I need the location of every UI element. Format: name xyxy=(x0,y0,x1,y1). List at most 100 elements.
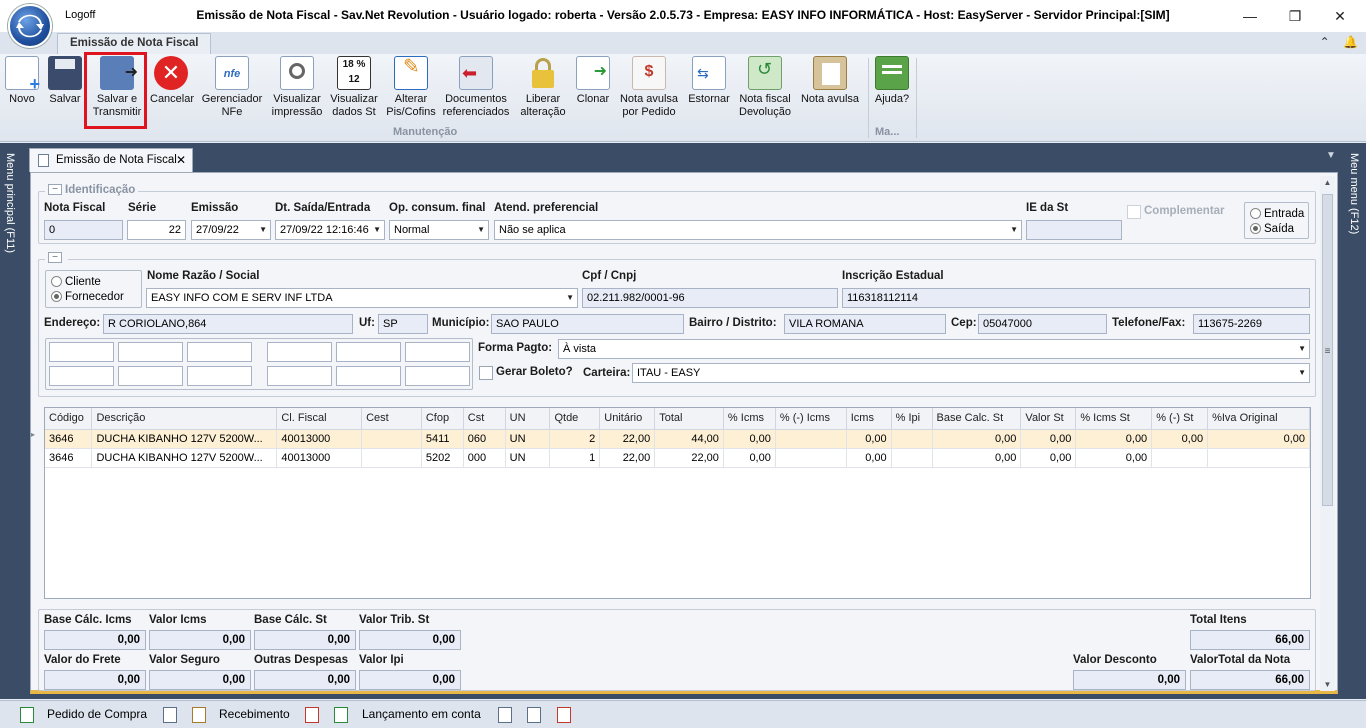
col-header[interactable]: Cest xyxy=(361,408,422,430)
saida-radio[interactable]: Saída xyxy=(1250,223,1294,235)
list-icon[interactable] xyxy=(527,707,541,723)
parcela-field[interactable] xyxy=(267,366,332,386)
valor-trib-st-field[interactable]: 0,00 xyxy=(359,630,461,650)
valor-ipi-field[interactable]: 0,00 xyxy=(359,670,461,690)
salvar-button[interactable]: Salvar xyxy=(47,56,83,106)
cep-field[interactable]: 05047000 xyxy=(978,314,1107,334)
meu-menu-rail[interactable]: Meu menu (F12) xyxy=(1344,143,1366,699)
outras-despesas-field[interactable]: 0,00 xyxy=(254,670,356,690)
telefone-field[interactable]: 113675-2269 xyxy=(1193,314,1310,334)
entrada-radio[interactable]: Entrada xyxy=(1250,208,1304,220)
nota-avulsa-pedido-button[interactable]: $ Nota avulsa por Pedido xyxy=(618,56,680,119)
frete-field[interactable]: 0,00 xyxy=(44,670,146,690)
parcela-field[interactable] xyxy=(187,366,252,386)
clonar-button[interactable]: ➜ Clonar xyxy=(575,56,611,106)
gerenciador-nfe-button[interactable]: nfe Gerenciador NFe xyxy=(200,56,264,119)
forma-pagto-select[interactable]: À vista ▼ xyxy=(558,339,1310,359)
col-header[interactable]: % Icms St xyxy=(1075,408,1153,430)
close-tab-icon[interactable]: ✕ xyxy=(176,149,186,171)
app-logo-icon[interactable] xyxy=(8,4,52,48)
inscricao-estadual-field[interactable]: 116318112114 xyxy=(842,288,1310,308)
base-icms-field[interactable]: 0,00 xyxy=(44,630,146,650)
documentos-referenciados-button[interactable]: ⬅ Documentos referenciados xyxy=(441,56,511,119)
table-row[interactable]: 3646 DUCHA KIBANHO 127V 5200W... 40013000 5… xyxy=(45,448,1310,468)
col-header[interactable]: Base Calc. St xyxy=(932,408,1022,430)
collapse-ribbon-icon[interactable]: ⌃ xyxy=(1320,35,1330,49)
col-header[interactable]: Cfop xyxy=(421,408,464,430)
col-header[interactable]: Cst xyxy=(463,408,506,430)
alterar-pis-cofins-button[interactable]: ✎ Alterar Pis/Cofins xyxy=(384,56,438,119)
total-itens-field[interactable]: 66,00 xyxy=(1190,630,1310,650)
parcela-field[interactable] xyxy=(118,366,183,386)
parcela-field[interactable] xyxy=(49,366,114,386)
pedido-compra-link[interactable]: Pedido de Compra xyxy=(47,707,147,721)
minimize-button[interactable]: — xyxy=(1240,6,1260,26)
report-icon[interactable] xyxy=(305,707,319,723)
parcela-field[interactable] xyxy=(118,342,183,362)
uf-field[interactable]: SP xyxy=(378,314,428,334)
base-st-field[interactable]: 0,00 xyxy=(254,630,356,650)
estornar-button[interactable]: ⇆ Estornar xyxy=(686,56,732,106)
op-consum-select[interactable]: Normal ▼ xyxy=(389,220,489,240)
fornecedor-radio[interactable]: Fornecedor xyxy=(51,291,124,303)
carteira-select[interactable]: ITAU - EASY ▼ xyxy=(632,363,1310,383)
collapse-identificacao-icon[interactable]: – xyxy=(48,184,62,196)
tab-list-dropdown-icon[interactable]: ▼ xyxy=(1326,150,1336,161)
add-document-icon[interactable] xyxy=(163,707,177,723)
col-header[interactable]: Código xyxy=(45,408,93,430)
scroll-up-icon[interactable]: ▲ xyxy=(1320,178,1335,187)
restore-button[interactable]: ❐ xyxy=(1285,6,1305,26)
parcela-field[interactable] xyxy=(336,366,401,386)
col-header[interactable]: Qtde xyxy=(549,408,601,430)
parcela-field[interactable] xyxy=(336,342,401,362)
cancelar-button[interactable]: ✕ Cancelar xyxy=(150,56,194,106)
ribbon-tab-emissao[interactable]: Emissão de Nota Fiscal xyxy=(57,33,212,54)
parcela-field[interactable] xyxy=(405,366,470,386)
col-header[interactable]: % (-) Icms xyxy=(775,408,847,430)
table-row[interactable]: 3646 DUCHA KIBANHO 127V 5200W... 40013000 5… xyxy=(45,429,1310,449)
col-header[interactable]: Icms xyxy=(846,408,892,430)
sheet-icon[interactable] xyxy=(498,707,512,723)
liberar-alteracao-button[interactable]: Liberar alteração xyxy=(516,56,570,119)
chart-report-icon[interactable] xyxy=(557,707,571,723)
col-header[interactable]: Descrição xyxy=(91,408,278,430)
endereco-field[interactable]: R CORIOLANO,864 xyxy=(103,314,353,334)
ajuda-button[interactable]: Ajuda? xyxy=(872,56,912,106)
col-header[interactable]: Total xyxy=(654,408,724,430)
bairro-field[interactable]: VILA ROMANA xyxy=(784,314,946,334)
visualizar-impressao-button[interactable]: Visualizar impressão xyxy=(270,56,324,119)
cliente-radio[interactable]: Cliente xyxy=(51,276,101,288)
col-header[interactable]: %Iva Original xyxy=(1207,408,1310,430)
emissao-date-field[interactable]: 27/09/22 ▼ xyxy=(191,220,271,240)
novo-button[interactable]: + Novo xyxy=(5,56,40,106)
parcela-field[interactable] xyxy=(405,342,470,362)
close-window-button[interactable]: ✕ xyxy=(1330,6,1350,26)
col-header[interactable]: % Ipi xyxy=(891,408,933,430)
col-header[interactable]: % (-) St xyxy=(1151,408,1209,430)
ie-st-field[interactable] xyxy=(1026,220,1122,240)
serie-field[interactable]: 22 xyxy=(127,220,186,240)
scroll-down-icon[interactable]: ▼ xyxy=(1320,680,1335,689)
grid-expand-icon[interactable]: ▸ xyxy=(31,430,35,439)
parcela-field[interactable] xyxy=(49,342,114,362)
nota-fiscal-field[interactable]: 0 xyxy=(44,220,123,240)
col-header[interactable]: % Icms xyxy=(723,408,776,430)
atend-preferencial-select[interactable]: Não se aplica ▼ xyxy=(494,220,1022,240)
seguro-field[interactable]: 0,00 xyxy=(149,670,251,690)
valor-icms-field[interactable]: 0,00 xyxy=(149,630,251,650)
valor-desconto-field[interactable]: 0,00 xyxy=(1073,670,1186,690)
col-header[interactable]: UN xyxy=(505,408,551,430)
cpf-cnpj-field[interactable]: 02.211.982/0001-96 xyxy=(582,288,838,308)
visualizar-dados-st-button[interactable]: 18 % 12 Visualizar dados St xyxy=(328,56,380,119)
col-header[interactable]: Unitário xyxy=(599,408,656,430)
complementar-checkbox[interactable] xyxy=(1127,205,1141,219)
doc-tab-emissao[interactable]: Emissão de Nota Fiscal ✕ xyxy=(29,148,193,172)
dt-saida-field[interactable]: 27/09/22 12:16:46 ▼ xyxy=(275,220,385,240)
parcela-field[interactable] xyxy=(187,342,252,362)
menu-principal-rail[interactable]: Menu principal (F11) xyxy=(0,143,22,699)
col-header[interactable]: Cl. Fiscal xyxy=(276,408,363,430)
recebimento-link[interactable]: Recebimento xyxy=(219,707,290,721)
nota-fiscal-devolucao-button[interactable]: ↺ Nota fiscal Devolução xyxy=(737,56,793,119)
valor-total-field[interactable]: 66,00 xyxy=(1190,670,1310,690)
col-header[interactable]: Valor St xyxy=(1020,408,1077,430)
